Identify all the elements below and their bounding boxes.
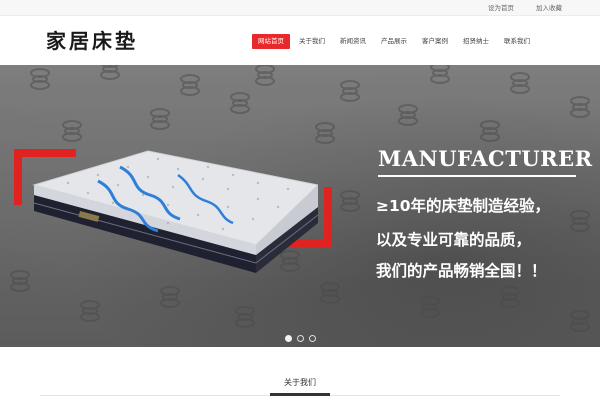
add-favorite-link[interactable]: 加入收藏 bbox=[536, 2, 562, 14]
mattress-image bbox=[32, 150, 318, 273]
nav-item-careers[interactable]: 招贤纳士 bbox=[457, 34, 495, 49]
banner-tagline-2: 以及专业可靠的品质， bbox=[376, 231, 532, 249]
nav-item-products[interactable]: 产品展示 bbox=[375, 34, 413, 49]
headline-divider bbox=[378, 175, 576, 177]
slider-dot-2[interactable] bbox=[297, 335, 304, 342]
nav-item-contact[interactable]: 联系我们 bbox=[498, 34, 536, 49]
banner-tagline-1: ≥10年的床垫制造经验， bbox=[376, 197, 551, 215]
top-utility-bar: 设为首页 加入收藏 bbox=[0, 0, 600, 16]
about-section: 关于我们 bbox=[0, 347, 600, 401]
slider-dot-3[interactable] bbox=[309, 335, 316, 342]
nav-item-home[interactable]: 网站首页 bbox=[252, 34, 290, 49]
banner-tagline-3: 我们的产品畅销全国！！ bbox=[376, 262, 547, 280]
nav-item-about[interactable]: 关于我们 bbox=[293, 34, 331, 49]
topbar-links: 设为首页 加入收藏 bbox=[488, 2, 562, 14]
site-header: 家居床垫 网站首页 关于我们 新闻资讯 产品展示 客户案例 招贤纳士 联系我们 bbox=[0, 16, 600, 65]
slider-pagination bbox=[285, 335, 316, 342]
slider-dot-1[interactable] bbox=[285, 335, 292, 342]
nav-item-news[interactable]: 新闻资讯 bbox=[334, 34, 372, 49]
nav-item-cases[interactable]: 客户案例 bbox=[416, 34, 454, 49]
section-title-underline bbox=[270, 393, 330, 396]
set-homepage-link[interactable]: 设为首页 bbox=[488, 2, 514, 14]
section-title[interactable]: 关于我们 bbox=[270, 377, 330, 389]
hero-banner[interactable]: MANUFACTURER ≥10年的床垫制造经验， 以及专业可靠的品质， 我们的… bbox=[0, 65, 600, 347]
site-logo[interactable]: 家居床垫 bbox=[46, 29, 138, 53]
banner-headline: MANUFACTURER bbox=[378, 146, 593, 171]
main-nav: 网站首页 关于我们 新闻资讯 产品展示 客户案例 招贤纳士 联系我们 bbox=[252, 34, 539, 49]
